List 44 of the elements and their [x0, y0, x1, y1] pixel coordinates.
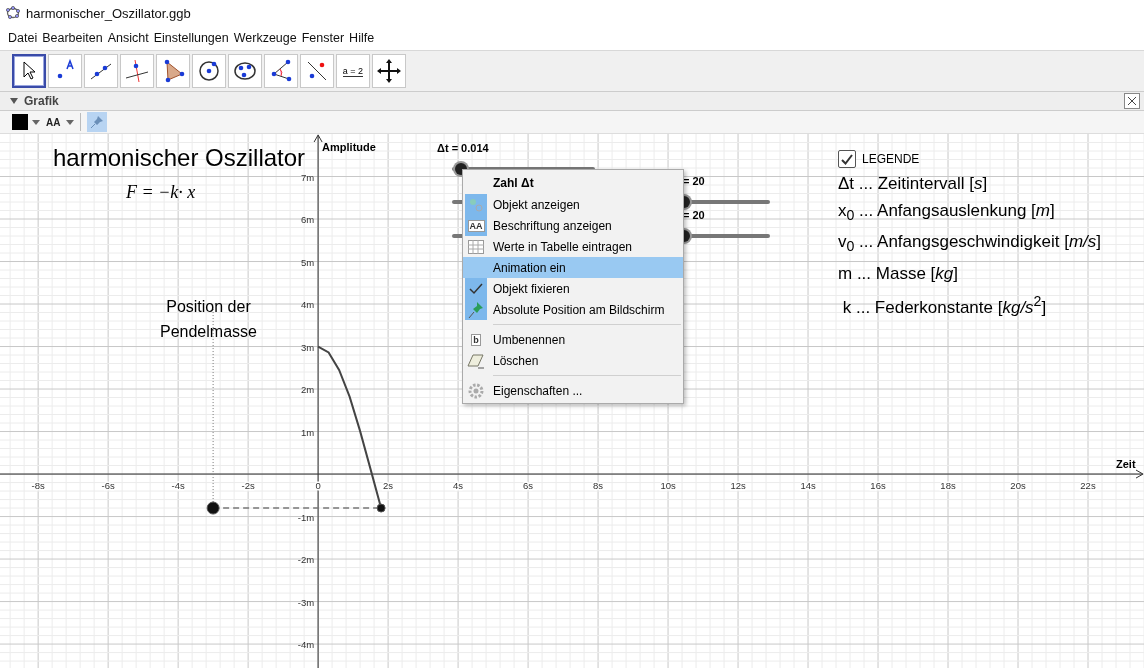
checkbox-label: LEGENDE — [862, 152, 920, 166]
legend-line: v$_{0}$ ... Anfangsgeschwindigkeit [m/s] — [838, 231, 1102, 257]
tick-label: 4m — [300, 299, 315, 310]
tick-label: 14s — [800, 480, 816, 492]
caption: Position der Pendelmasse — [160, 297, 257, 342]
tick-label: 7m — [300, 171, 315, 183]
tick-label: 8s — [593, 480, 604, 492]
tick-label: -4m — [297, 639, 315, 651]
tick-label: 18s — [940, 480, 956, 492]
tick-label: 1m — [300, 426, 315, 438]
tick-label: 2m — [300, 384, 315, 396]
tick-label: 3m — [300, 341, 315, 353]
tick-label: -3m — [297, 596, 315, 608]
tick-label: -6s — [101, 480, 115, 492]
formula: F = −k· x — [126, 182, 196, 203]
legend-line: m ... Masse [kg] — [838, 262, 959, 285]
menu-title: Zahl Δt — [493, 176, 534, 190]
tick-label: 20s — [1010, 480, 1026, 492]
panel-title: Grafik — [24, 94, 60, 108]
tick-label: 4s — [453, 480, 464, 492]
tick-label: 2s — [383, 480, 394, 492]
tick-label: -8s — [31, 480, 45, 492]
window-title: harmonischer_Oszillator.ggb — [26, 5, 191, 21]
rename-icon: b — [471, 333, 481, 346]
tick-label: 16s — [870, 480, 886, 492]
graph-title: harmonischer Oszillator — [53, 144, 306, 172]
axis-label: Zeit — [1116, 458, 1136, 471]
tick-label: -1m — [297, 511, 315, 523]
tick-label: -4s — [171, 480, 185, 492]
tick-label: -2m — [297, 554, 315, 566]
tick-label: 0 — [315, 480, 321, 492]
tick-label: 10s — [660, 480, 676, 492]
tick-label: -2s — [241, 480, 255, 492]
tick-label: 5m — [300, 256, 315, 268]
legend-line: Δt ... Zeitintervall [s] — [838, 173, 989, 195]
legend-line: k ... Federkonstante [kg/s$^{2}$] — [841, 291, 1048, 319]
tick-label: 22s — [1080, 480, 1096, 492]
legend-line: x$_{0}$ ... Anfangsauslenkung [m] — [838, 200, 1056, 226]
slider-label: Δt = 0.014 — [437, 142, 489, 154]
axis-label: Amplitude — [322, 141, 376, 153]
text-size-icon: AA — [467, 219, 485, 232]
tick-label: 6s — [523, 480, 534, 492]
tick-label: 6m — [300, 214, 315, 225]
tick-label: 12s — [730, 480, 746, 492]
